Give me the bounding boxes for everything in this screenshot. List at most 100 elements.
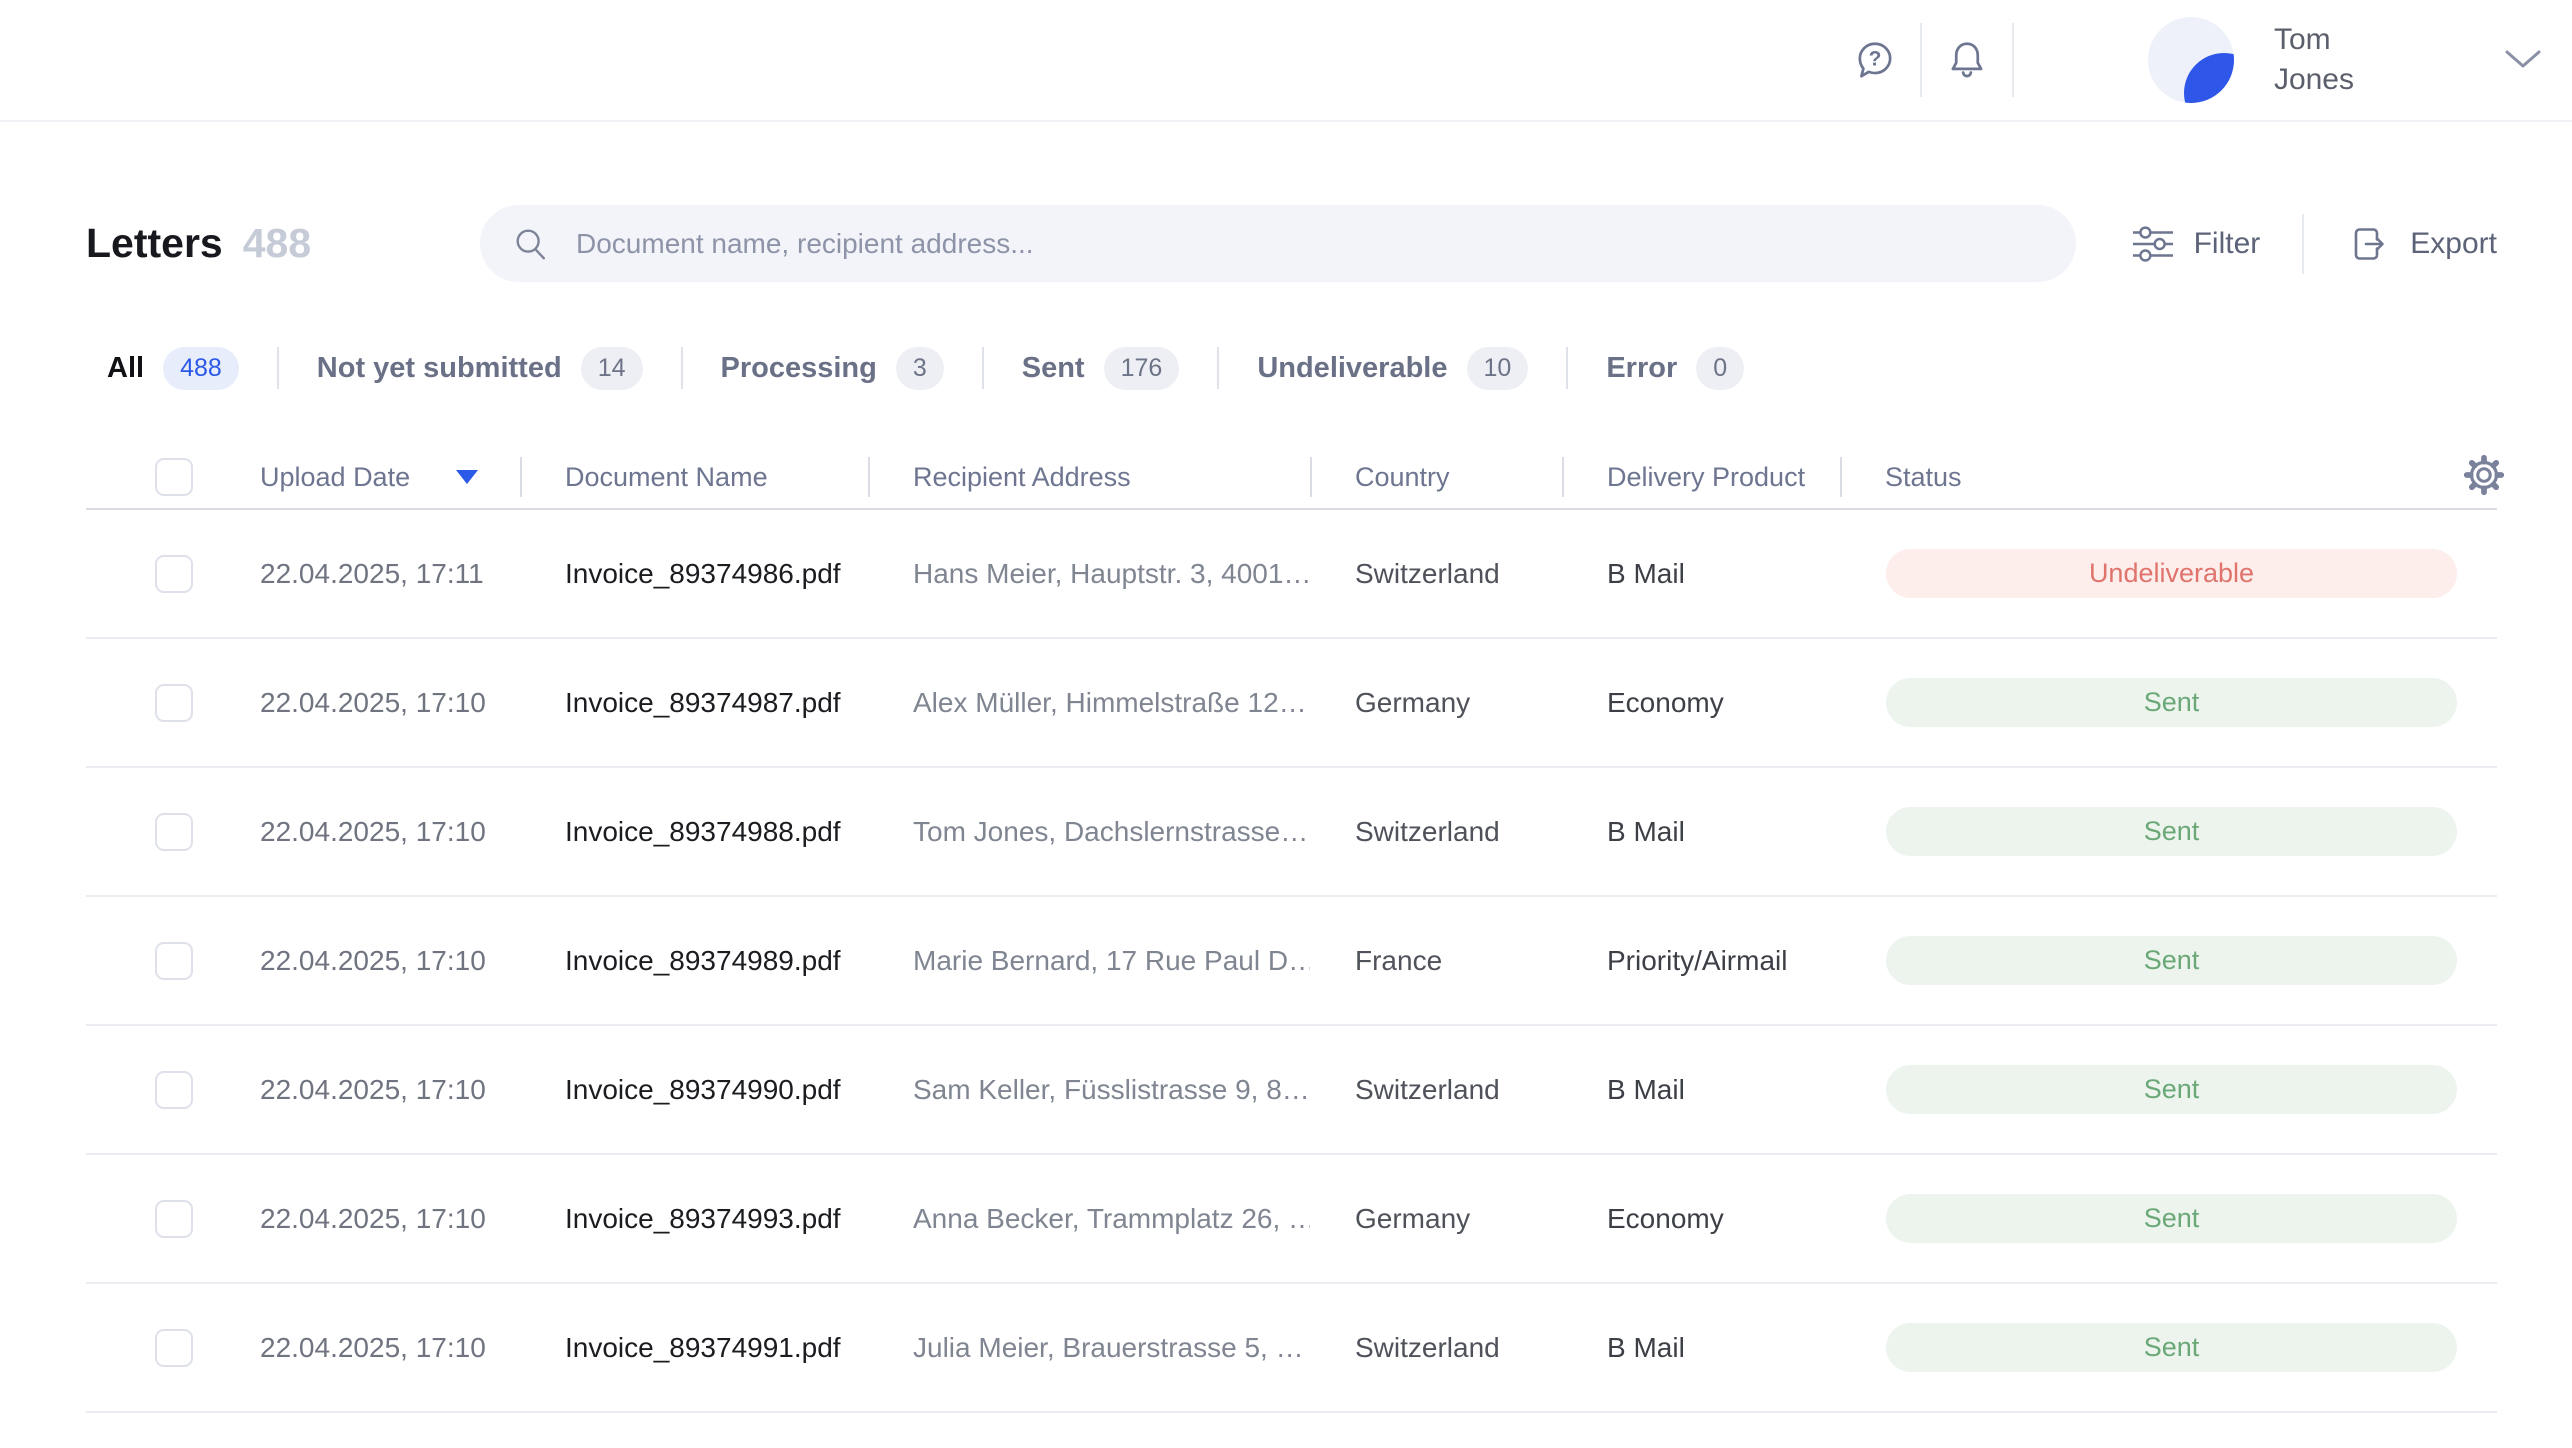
column-header-document-name[interactable]: Document Name [520,446,868,508]
tab-label: Error [1606,352,1677,385]
table-row[interactable]: 22.04.2025, 17:10 Invoice_89374988.pdf T… [86,768,2497,897]
tab-label: Processing [721,352,877,385]
cell-recipient-address: Sam Keller, Füsslistrasse 9, 8… [868,1074,1310,1106]
table-row[interactable]: 22.04.2025, 17:10 Invoice_89374991.pdf J… [86,1284,2497,1413]
status-tab-not-yet-submitted[interactable]: Not yet submitted 14 [317,347,643,390]
filter-sliders-icon [2132,224,2174,264]
divider [681,347,683,389]
filter-button[interactable]: Filter [2132,224,2261,264]
cell-document-name: Invoice_89374990.pdf [520,1074,868,1106]
tab-label: All [107,352,144,385]
status-tab-sent[interactable]: Sent 176 [1022,347,1180,390]
cell-delivery-product: Economy [1562,687,1840,719]
notifications-button[interactable] [1944,37,1990,83]
toolbar: Letters 488 [0,205,2572,282]
status-tab-undeliverable[interactable]: Undeliverable 10 [1257,347,1528,390]
letters-table: Upload Date Document Name Recipient Addr… [86,446,2497,1413]
search-input[interactable] [576,228,2044,260]
topbar-right-group: ? Tom Jones [1852,17,2572,103]
cell-upload-date: 22.04.2025, 17:10 [260,1074,520,1106]
cell-country: Switzerland [1310,1074,1562,1106]
help-button[interactable]: ? [1852,37,1898,83]
table-row[interactable]: 22.04.2025, 17:10 Invoice_89374993.pdf A… [86,1155,2497,1284]
chevron-down-icon [2504,49,2542,71]
select-all-checkbox[interactable] [155,458,193,496]
table-row[interactable]: 22.04.2025, 17:10 Invoice_89374990.pdf S… [86,1026,2497,1155]
cell-document-name: Invoice_89374991.pdf [520,1332,868,1364]
row-checkbox-cell [86,1200,260,1238]
cell-document-name: Invoice_89374989.pdf [520,945,868,977]
cell-status: Sent [1840,678,2497,727]
cell-country: France [1310,945,1562,977]
tab-label: Undeliverable [1257,352,1447,385]
row-checkbox[interactable] [155,942,193,980]
cell-status: Undeliverable [1840,549,2497,598]
status-badge: Sent [1886,678,2457,727]
table-body: 22.04.2025, 17:11 Invoice_89374986.pdf H… [86,510,2497,1413]
cell-upload-date: 22.04.2025, 17:10 [260,1332,520,1364]
user-last-name: Jones [2274,60,2354,100]
user-avatar[interactable] [2148,17,2234,103]
table-row[interactable]: 22.04.2025, 17:10 Invoice_89374989.pdf M… [86,897,2497,1026]
row-checkbox[interactable] [155,555,193,593]
tab-count-badge: 3 [896,347,944,390]
divider [1566,347,1568,389]
cell-status: Sent [1840,936,2497,985]
cell-status: Sent [1840,1323,2497,1372]
cell-country: Switzerland [1310,1332,1562,1364]
row-checkbox-cell [86,813,260,851]
letters-page: ? Tom Jones [0,0,2572,1448]
status-badge: Sent [1886,1065,2457,1114]
column-header-country[interactable]: Country [1310,446,1562,508]
cell-recipient-address: Anna Becker, Trammplatz 26, … [868,1203,1310,1235]
topbar: ? Tom Jones [0,0,2572,122]
column-header-delivery-product[interactable]: Delivery Product [1562,446,1840,508]
cell-country: Switzerland [1310,558,1562,590]
divider [2302,214,2304,274]
table-row[interactable]: 22.04.2025, 17:11 Invoice_89374986.pdf H… [86,510,2497,639]
column-header-upload-date[interactable]: Upload Date [260,446,520,508]
column-header-recipient-address[interactable]: Recipient Address [868,446,1310,508]
divider [1217,347,1219,389]
filter-button-label: Filter [2194,227,2261,261]
status-tab-error[interactable]: Error 0 [1606,347,1744,390]
cell-document-name: Invoice_89374988.pdf [520,816,868,848]
column-label: Status [1885,462,1962,493]
user-menu-toggle[interactable] [2504,49,2542,71]
cell-recipient-address: Julia Meier, Brauerstrasse 5, … [868,1332,1310,1364]
row-checkbox[interactable] [155,684,193,722]
tab-count-badge: 14 [581,347,643,390]
tab-count-badge: 0 [1696,347,1744,390]
user-name: Tom Jones [2274,20,2354,100]
cell-country: Switzerland [1310,816,1562,848]
cell-country: Germany [1310,687,1562,719]
column-header-status[interactable]: Status [1840,446,2497,508]
toolbar-actions: Filter Export [2132,214,2497,274]
status-badge: Sent [1886,1194,2457,1243]
cell-status: Sent [1840,807,2497,856]
tab-label: Not yet submitted [317,352,562,385]
table-header: Upload Date Document Name Recipient Addr… [86,446,2497,510]
page-total-count: 488 [243,220,311,267]
search-icon [512,225,550,263]
table-settings-button[interactable] [2461,452,2507,498]
row-checkbox[interactable] [155,1071,193,1109]
row-checkbox[interactable] [155,813,193,851]
status-tabs: All 488 Not yet submitted 14 Processing … [0,338,2572,398]
user-first-name: Tom [2274,20,2354,60]
table-row[interactable]: 22.04.2025, 17:10 Invoice_89374987.pdf A… [86,639,2497,768]
row-checkbox[interactable] [155,1200,193,1238]
cell-upload-date: 22.04.2025, 17:10 [260,687,520,719]
status-badge: Sent [1886,1323,2457,1372]
row-checkbox[interactable] [155,1329,193,1367]
export-button-label: Export [2410,227,2497,261]
status-tab-processing[interactable]: Processing 3 [721,347,944,390]
cell-delivery-product: B Mail [1562,1332,1840,1364]
export-document-icon [2346,222,2390,266]
status-tab-all[interactable]: All 488 [107,347,239,390]
sort-desc-icon[interactable] [456,470,478,484]
cell-delivery-product: B Mail [1562,816,1840,848]
export-button[interactable]: Export [2346,222,2497,266]
cell-upload-date: 22.04.2025, 17:10 [260,1203,520,1235]
column-label: Upload Date [260,462,410,493]
